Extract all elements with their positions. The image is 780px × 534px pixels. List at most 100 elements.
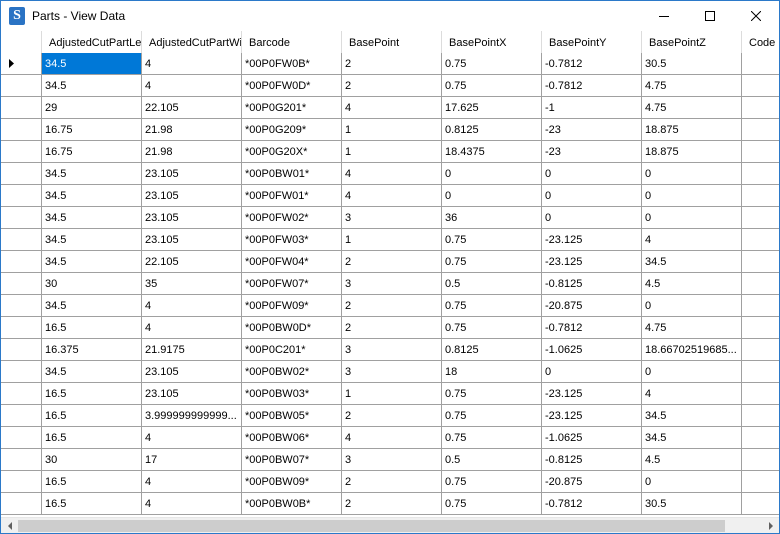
table-cell[interactable] — [742, 361, 779, 383]
table-cell[interactable]: 17 — [142, 449, 242, 471]
row-header[interactable] — [1, 75, 42, 97]
row-header[interactable] — [1, 427, 42, 449]
table-cell[interactable]: 23.105 — [142, 207, 242, 229]
table-cell[interactable]: *00P0FW09* — [242, 295, 342, 317]
column-header[interactable]: Barcode — [242, 31, 342, 53]
table-cell[interactable]: 4 — [142, 295, 242, 317]
table-cell[interactable]: 0.75 — [442, 493, 542, 515]
table-cell[interactable]: 1 — [342, 119, 442, 141]
table-cell[interactable]: 1 — [342, 383, 442, 405]
table-cell[interactable]: *00P0BW05* — [242, 405, 342, 427]
table-cell[interactable]: 4 — [342, 185, 442, 207]
table-cell[interactable]: 0 — [442, 163, 542, 185]
row-header[interactable] — [1, 339, 42, 361]
table-row[interactable]: 16.5 23.105 *00P0BW03* 1 0.75 -23.125 4 — [1, 383, 779, 405]
table-cell[interactable]: 16.5 — [42, 405, 142, 427]
table-cell[interactable]: 3 — [342, 449, 442, 471]
table-cell[interactable] — [742, 295, 779, 317]
table-cell[interactable]: -0.7812 — [542, 53, 642, 75]
table-cell[interactable]: -1.0625 — [542, 339, 642, 361]
scroll-left-button[interactable] — [1, 518, 18, 533]
table-cell[interactable] — [742, 273, 779, 295]
table-cell[interactable]: 2 — [342, 251, 442, 273]
table-cell[interactable]: 0 — [642, 185, 742, 207]
table-cell[interactable]: 0 — [542, 361, 642, 383]
table-row[interactable]: 16.5 4 *00P0BW0D* 2 0.75 -0.7812 4.75 — [1, 317, 779, 339]
table-cell[interactable]: 4 — [142, 75, 242, 97]
table-cell[interactable]: *00P0G209* — [242, 119, 342, 141]
table-cell[interactable]: 0.75 — [442, 229, 542, 251]
table-cell[interactable]: -23.125 — [542, 251, 642, 273]
table-cell[interactable]: 2 — [342, 405, 442, 427]
table-cell[interactable]: 0.8125 — [442, 119, 542, 141]
table-cell[interactable]: 34.5 — [642, 405, 742, 427]
table-cell[interactable]: -0.8125 — [542, 273, 642, 295]
table-cell[interactable]: 4 — [342, 427, 442, 449]
table-row[interactable]: 16.5 4 *00P0BW0B* 2 0.75 -0.7812 30.5 — [1, 493, 779, 515]
row-header[interactable] — [1, 361, 42, 383]
close-button[interactable] — [733, 1, 779, 31]
table-cell[interactable]: 4 — [342, 163, 442, 185]
table-cell[interactable]: 34.5 — [42, 251, 142, 273]
row-header[interactable] — [1, 449, 42, 471]
table-cell[interactable] — [742, 471, 779, 493]
table-row[interactable]: 30 35 *00P0FW07* 3 0.5 -0.8125 4.5 — [1, 273, 779, 295]
table-cell[interactable]: 0.8125 — [442, 339, 542, 361]
table-cell[interactable]: 0.5 — [442, 273, 542, 295]
table-cell[interactable]: 3 — [342, 207, 442, 229]
row-header[interactable] — [1, 141, 42, 163]
horizontal-scrollbar[interactable] — [1, 517, 779, 533]
column-header[interactable]: BasePointX — [442, 31, 542, 53]
table-cell[interactable]: 36 — [442, 207, 542, 229]
table-row[interactable]: 34.5 4 *00P0FW0D* 2 0.75 -0.7812 4.75 — [1, 75, 779, 97]
table-cell[interactable]: 4 — [142, 53, 242, 75]
table-cell[interactable] — [742, 383, 779, 405]
table-cell[interactable]: 30 — [42, 449, 142, 471]
table-cell[interactable]: 34.5 — [42, 75, 142, 97]
table-cell[interactable] — [742, 75, 779, 97]
table-row[interactable]: 30 17 *00P0BW07* 3 0.5 -0.8125 4.5 — [1, 449, 779, 471]
table-cell[interactable]: *00P0BW01* — [242, 163, 342, 185]
table-cell[interactable]: 4 — [642, 229, 742, 251]
column-header[interactable]: AdjustedCutPartWid — [142, 31, 242, 53]
table-cell[interactable]: 34.5 — [642, 427, 742, 449]
table-cell[interactable]: 22.105 — [142, 251, 242, 273]
table-cell[interactable]: *00P0BW07* — [242, 449, 342, 471]
table-cell[interactable]: 16.5 — [42, 427, 142, 449]
table-cell[interactable]: 0 — [642, 295, 742, 317]
row-header[interactable] — [1, 405, 42, 427]
table-cell[interactable]: 34.5 — [42, 361, 142, 383]
table-cell[interactable]: 0.75 — [442, 383, 542, 405]
table-cell[interactable]: 30.5 — [642, 493, 742, 515]
table-cell[interactable]: 4.5 — [642, 273, 742, 295]
table-cell[interactable]: *00P0G201* — [242, 97, 342, 119]
table-cell[interactable]: 23.105 — [142, 163, 242, 185]
table-cell[interactable]: *00P0BW0D* — [242, 317, 342, 339]
table-cell[interactable]: 21.98 — [142, 119, 242, 141]
table-cell[interactable]: -1 — [542, 97, 642, 119]
table-cell[interactable] — [742, 141, 779, 163]
table-cell[interactable]: 1 — [342, 229, 442, 251]
table-cell[interactable] — [742, 97, 779, 119]
table-cell[interactable]: 0.75 — [442, 53, 542, 75]
table-cell[interactable]: 21.9175 — [142, 339, 242, 361]
table-cell[interactable]: 4 — [142, 427, 242, 449]
table-cell[interactable]: -1.0625 — [542, 427, 642, 449]
table-cell[interactable]: 0 — [642, 163, 742, 185]
table-cell[interactable]: *00P0FW01* — [242, 185, 342, 207]
table-cell[interactable]: 2 — [342, 295, 442, 317]
table-cell[interactable]: 34.5 — [42, 163, 142, 185]
table-cell[interactable]: 0.5 — [442, 449, 542, 471]
scrollbar-thumb[interactable] — [18, 520, 725, 532]
table-cell[interactable] — [742, 185, 779, 207]
table-cell[interactable]: 16.5 — [42, 493, 142, 515]
row-header[interactable] — [1, 97, 42, 119]
table-cell[interactable]: 34.5 — [42, 53, 142, 75]
table-row[interactable]: 16.5 4 *00P0BW09* 2 0.75 -20.875 0 — [1, 471, 779, 493]
table-row[interactable]: 34.5 23.105 *00P0FW02* 3 36 0 0 — [1, 207, 779, 229]
table-cell[interactable]: 16.75 — [42, 119, 142, 141]
table-cell[interactable]: 0 — [542, 207, 642, 229]
table-cell[interactable]: 34.5 — [42, 229, 142, 251]
table-cell[interactable] — [742, 229, 779, 251]
table-cell[interactable]: 0 — [642, 471, 742, 493]
